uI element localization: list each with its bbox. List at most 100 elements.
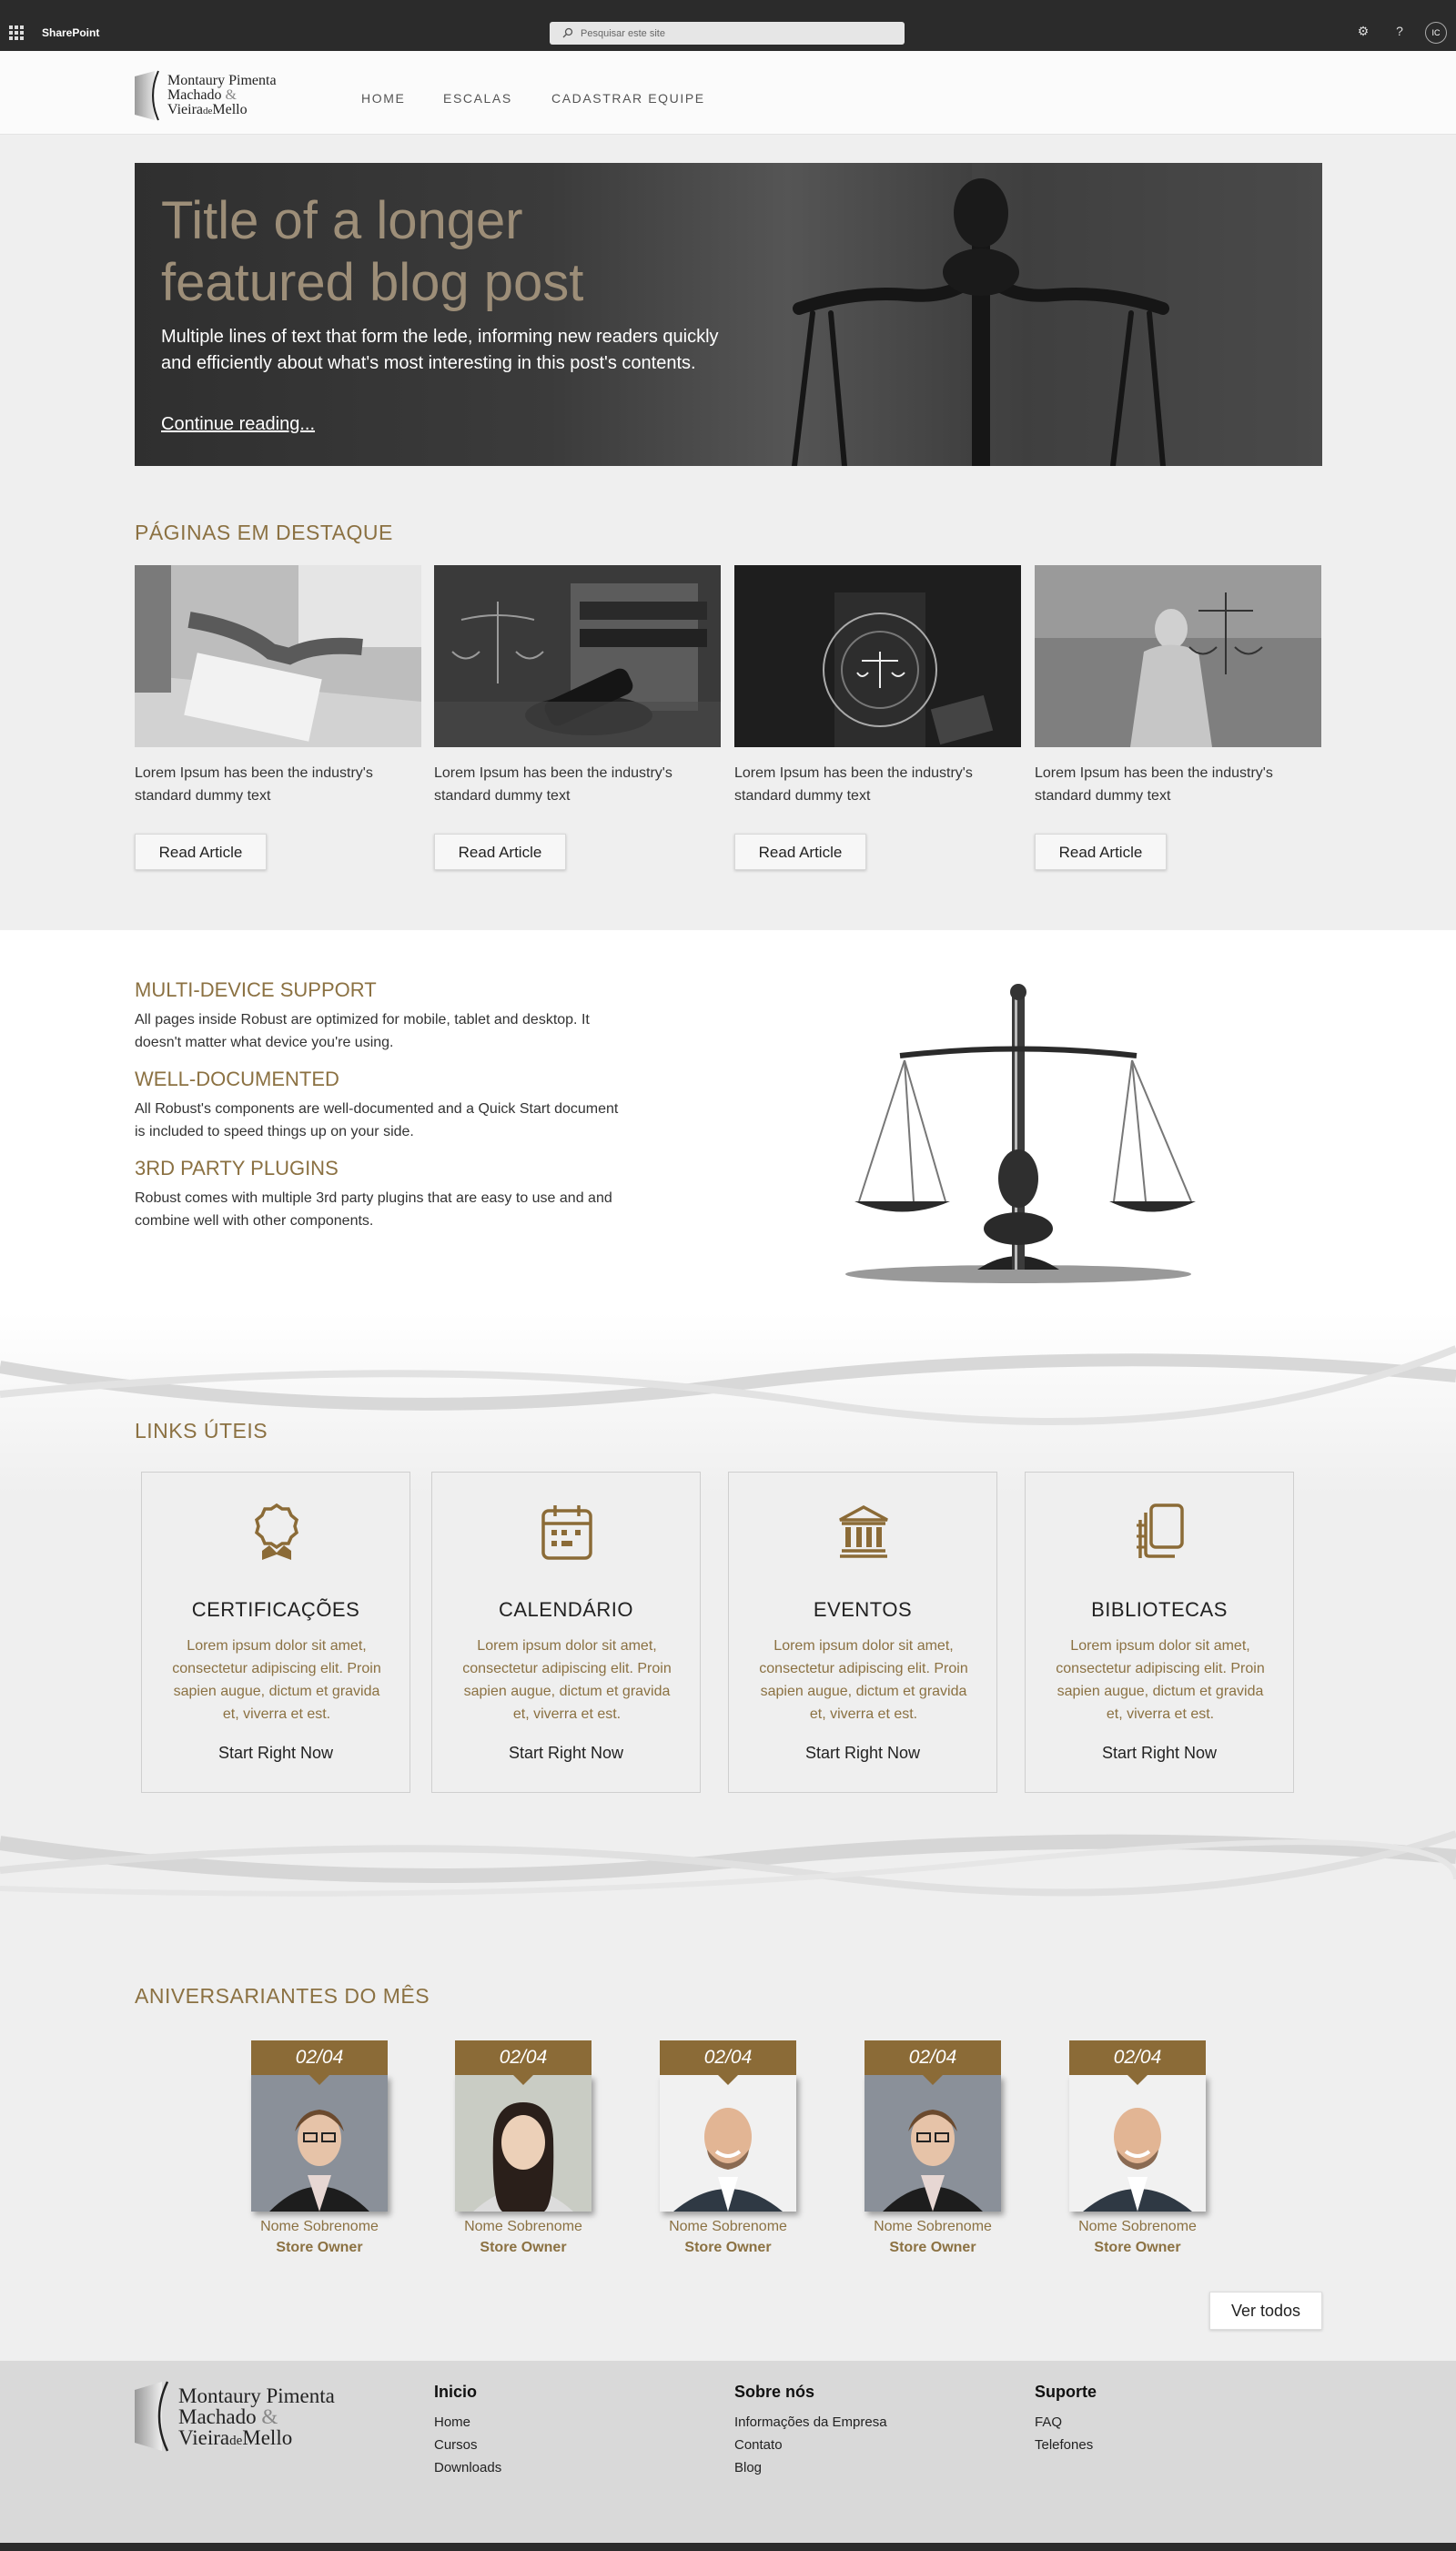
settings-gear-icon[interactable]: ⚙	[1354, 24, 1372, 42]
bottom-strip	[0, 2543, 1456, 2551]
search-input[interactable]: Pesquisar este site	[550, 22, 905, 45]
birthday-date: 02/04	[864, 2040, 1001, 2085]
scales-of-justice-image	[845, 984, 1196, 1283]
person-photo	[660, 2075, 796, 2212]
footer-heading: Sobre nós	[734, 2383, 815, 2401]
person-name: Nome Sobrenome	[669, 2219, 787, 2234]
footer-logo-ampersand: &	[261, 2405, 278, 2428]
person-name: Nome Sobrenome	[874, 2219, 992, 2234]
building-icon	[839, 1505, 888, 1558]
nav-escalas[interactable]: ESCALAS	[443, 91, 512, 106]
footer-logo[interactable]: Montaury Pimenta Machado & VieiradeMello	[135, 2379, 371, 2452]
featured-card: Lorem Ipsum has been the industry's stan…	[135, 565, 421, 807]
feature-title: MULTI-DEVICE SUPPORT	[135, 978, 377, 1001]
footer-link-contato[interactable]: Contato	[734, 2434, 887, 2456]
featured-card: Lorem Ipsum has been the industry's stan…	[734, 565, 1021, 807]
digital-law-image[interactable]	[734, 565, 1021, 747]
footer-logo-line-3a: Vieira	[178, 2426, 230, 2449]
logo-line-3b: de	[203, 106, 213, 116]
feature-title: 3RD PARTY PLUGINS	[135, 1157, 339, 1179]
sharepoint-brand[interactable]: SharePoint	[42, 26, 99, 39]
footer-logo-line-3c: Mello	[242, 2426, 293, 2449]
footer-link-home[interactable]: Home	[434, 2411, 501, 2434]
logo-mark-icon	[135, 2381, 169, 2452]
feature-title: WELL-DOCUMENTED	[135, 1068, 339, 1090]
start-right-now-link[interactable]: Start Right Now	[729, 1744, 996, 1763]
read-article-button[interactable]: Read Article	[1035, 834, 1167, 870]
hero-banner[interactable]: Title of a longer featured blog post Mul…	[135, 163, 1322, 466]
site-header: Montaury Pimenta Machado & VieiradeMello…	[0, 51, 1456, 135]
birthday-card[interactable]: 02/04 Nome Sobrenome Store Owner	[1069, 2040, 1206, 2256]
birthday-card[interactable]: 02/04 Nome Sobrenome Store Owner	[455, 2040, 592, 2256]
birthday-card[interactable]: 02/04 Nome Sobrenome Store Owner	[660, 2040, 796, 2256]
user-avatar[interactable]: IC	[1425, 22, 1447, 44]
footer-column-suporte: Suporte FAQ Telefones	[1035, 2383, 1097, 2456]
wave-decoration	[0, 1830, 1456, 1897]
logo-mark-icon	[135, 70, 159, 121]
calendar-icon	[541, 1505, 592, 1560]
logo-line-3c: Mello	[212, 102, 248, 117]
footer-logo-line-3b: de	[229, 2434, 243, 2448]
person-name: Nome Sobrenome	[464, 2219, 582, 2234]
help-icon[interactable]: ?	[1390, 24, 1409, 42]
link-card-bibliotecas[interactable]: BIBLIOTECAS Lorem ipsum dolor sit amet, …	[1025, 1472, 1294, 1793]
footer-link-faq[interactable]: FAQ	[1035, 2411, 1097, 2434]
person-role: Store Owner	[684, 2240, 772, 2255]
link-card-certificacoes[interactable]: CERTIFICAÇÕES Lorem ipsum dolor sit amet…	[141, 1472, 410, 1793]
useful-links-title: LINKS ÚTEIS	[135, 1419, 268, 1443]
footer-link-blog[interactable]: Blog	[734, 2456, 887, 2479]
lady-justice-image[interactable]	[1035, 565, 1321, 747]
featured-pages-title: PÁGINAS EM DESTAQUE	[135, 521, 393, 544]
birthday-card[interactable]: 02/04 Nome Sobrenome Store Owner	[251, 2040, 388, 2256]
handshake-image[interactable]	[135, 565, 421, 747]
person-role: Store Owner	[480, 2240, 567, 2255]
nav-cadastrar-equipe[interactable]: CADASTRAR EQUIPE	[551, 91, 705, 106]
feature-text: All Robust's components are well-documen…	[135, 1101, 619, 1139]
award-icon	[255, 1503, 298, 1560]
start-right-now-link[interactable]: Start Right Now	[432, 1744, 700, 1763]
site-logo[interactable]: Montaury Pimenta Machado & VieiradeMello	[135, 69, 317, 124]
gavel-scales-image[interactable]	[434, 565, 721, 747]
link-card-title: BIBLIOTECAS	[1091, 1598, 1228, 1621]
link-card-calendario[interactable]: CALENDÁRIO Lorem ipsum dolor sit amet, c…	[431, 1472, 701, 1793]
footer-link-cursos[interactable]: Cursos	[434, 2434, 501, 2456]
top-strip	[0, 0, 1456, 15]
footer-column-sobre: Sobre nós Informações da Empresa Contato…	[734, 2383, 887, 2479]
birthday-date: 02/04	[1069, 2040, 1206, 2085]
app-launcher-icon[interactable]	[9, 25, 24, 40]
featured-card-text: Lorem Ipsum has been the industry's stan…	[434, 765, 672, 804]
birthdays-title: ANIVERSARIANTES DO MÊS	[135, 1984, 430, 2008]
person-role: Store Owner	[889, 2240, 976, 2255]
suite-bar: SharePoint Pesquisar este site ⚙ ? IC	[0, 15, 1456, 51]
link-card-desc: Lorem ipsum dolor sit amet, consectetur …	[759, 1638, 968, 1722]
see-all-button[interactable]: Ver todos	[1209, 2292, 1322, 2330]
person-name: Nome Sobrenome	[260, 2219, 379, 2234]
hero-lede: Multiple lines of text that form the led…	[161, 327, 719, 373]
link-card-title: EVENTOS	[813, 1598, 913, 1621]
person-photo	[251, 2075, 388, 2212]
footer-link-telefones[interactable]: Telefones	[1035, 2434, 1097, 2456]
notebook-icon	[1137, 1503, 1184, 1558]
featured-card-text: Lorem Ipsum has been the industry's stan…	[734, 765, 973, 804]
link-card-eventos[interactable]: EVENTOS Lorem ipsum dolor sit amet, cons…	[728, 1472, 997, 1793]
start-right-now-link[interactable]: Start Right Now	[1026, 1744, 1293, 1763]
featured-card: Lorem Ipsum has been the industry's stan…	[1035, 565, 1321, 807]
search-placeholder: Pesquisar este site	[581, 28, 665, 39]
logo-line-2: Machado	[167, 87, 222, 103]
read-article-button[interactable]: Read Article	[734, 834, 866, 870]
logo-line-3a: Vieira	[167, 102, 204, 117]
footer-link-empresa[interactable]: Informações da Empresa	[734, 2411, 887, 2434]
start-right-now-link[interactable]: Start Right Now	[142, 1744, 410, 1763]
read-article-button[interactable]: Read Article	[135, 834, 267, 870]
nav-home[interactable]: HOME	[361, 91, 405, 106]
search-icon	[562, 27, 573, 38]
read-article-button[interactable]: Read Article	[434, 834, 566, 870]
footer-link-downloads[interactable]: Downloads	[434, 2456, 501, 2479]
hero-title: Title of a longer featured blog post	[161, 191, 584, 312]
birthday-card[interactable]: 02/04 Nome Sobrenome Store Owner	[864, 2040, 1001, 2256]
link-card-title: CERTIFICAÇÕES	[191, 1598, 360, 1621]
continue-reading-link[interactable]: Continue reading...	[161, 414, 315, 435]
wave-decoration	[0, 1312, 1456, 1494]
person-photo	[864, 2075, 1001, 2212]
link-card-desc: Lorem ipsum dolor sit amet, consectetur …	[172, 1638, 381, 1722]
